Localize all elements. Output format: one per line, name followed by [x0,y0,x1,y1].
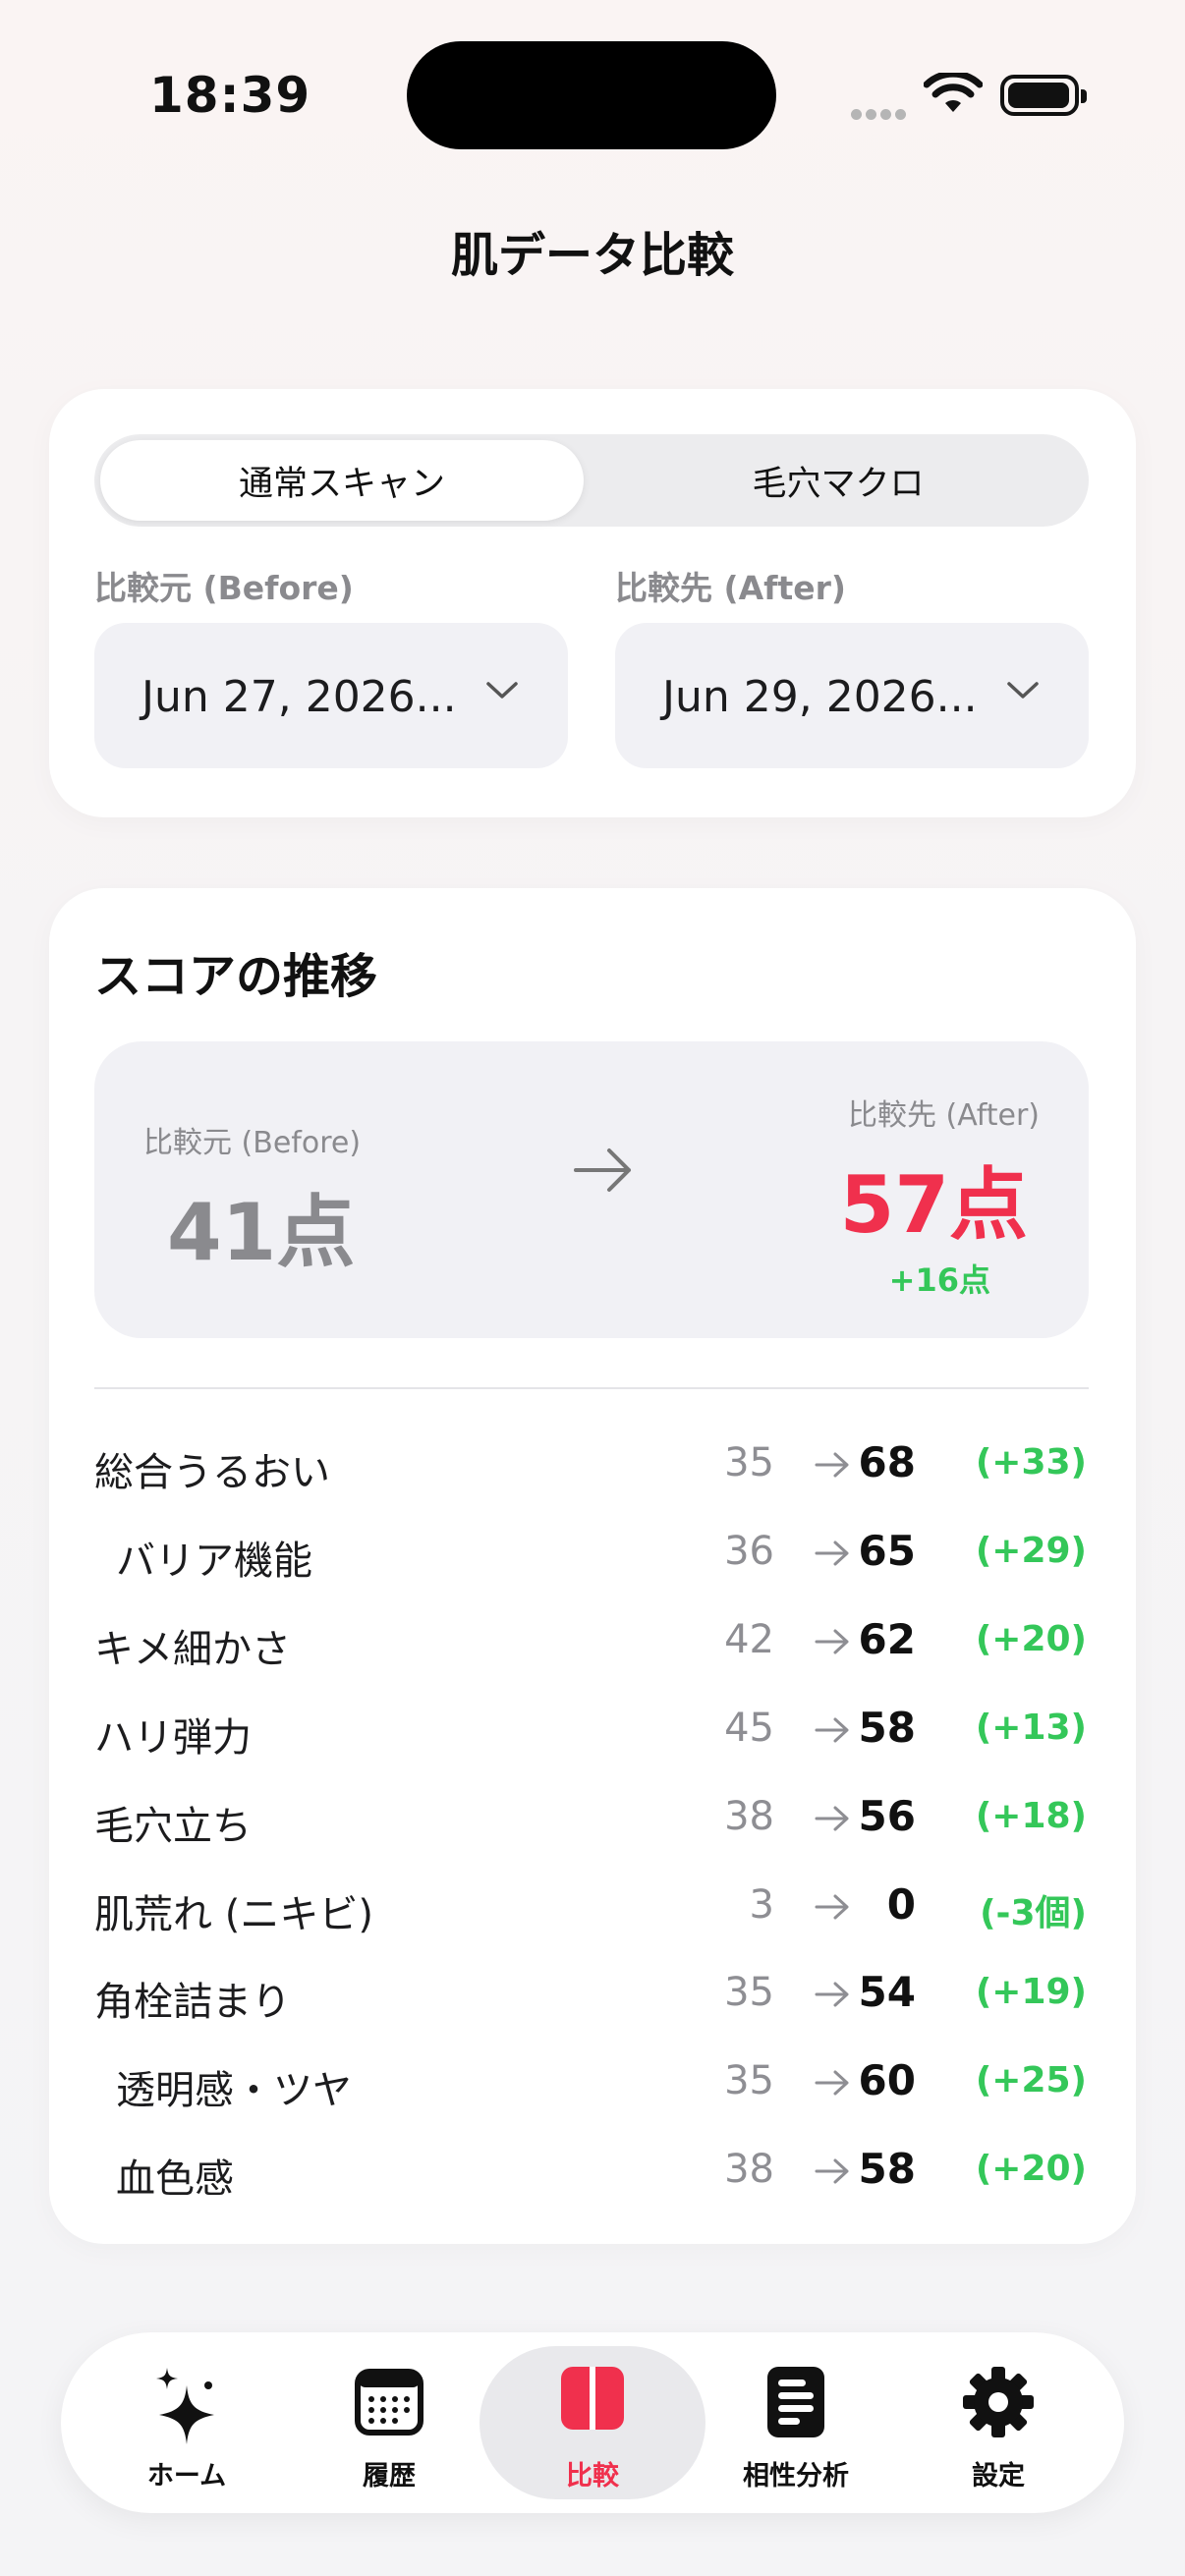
metric-before-value: 36 [724,1528,774,1574]
summary-before-score: 41点 [167,1187,356,1278]
metric-row: キメ細かさ 42 62 (+20) [94,1601,1089,1680]
metric-after-value: 56 [858,1791,916,1840]
summary-before-label: 比較元 (Before) [143,1126,362,1160]
metric-row: バリア機能 36 65 (+29) [94,1513,1089,1592]
metric-after-value: 54 [858,1968,916,2017]
tab-label: 比較 [566,2461,619,2492]
metric-before-value: 35 [724,2058,774,2104]
metric-row: 肌荒れ (ニキビ) 3 0 (-3個) [94,1867,1089,1945]
scan-type-segmented-control: 通常スキャン 毛穴マクロ [94,434,1089,527]
metric-diff: (+13) [975,1707,1087,1748]
metric-row: ハリ弾力 45 58 (+13) [94,1690,1089,1768]
arrow-right-icon [814,1892,851,1926]
metric-after-value: 60 [858,2056,916,2105]
gear-icon [962,2366,1035,2442]
metric-label: ハリ弾力 [94,1714,252,1761]
tab-label: 設定 [972,2461,1025,2492]
metric-before-value: 3 [749,1881,774,1928]
tab-history[interactable]: 履歴 [291,2332,487,2513]
metric-after-value: 62 [858,1614,916,1663]
dynamic-island [407,41,776,149]
score-trend-card: スコアの推移 比較元 (Before) 41点 比較先 (After) 57点 … [49,888,1136,2244]
metric-before-value: 35 [724,1970,774,2016]
metric-diff: (+18) [975,1795,1087,1836]
chevron-down-icon [1006,680,1040,705]
metric-label: 血色感 [116,2156,234,2203]
metric-label: キメ細かさ [94,1626,291,1672]
metric-diff: (+19) [975,1972,1087,2013]
divider [94,1387,1089,1389]
metric-before-value: 42 [724,1616,774,1662]
tab-home[interactable]: ホーム [88,2332,285,2513]
metric-diff: (-3個) [980,1892,1087,1933]
compare-icon [560,2366,625,2435]
section-title: スコアの推移 [94,949,378,1004]
tab-bar: ホーム 履歴 比較 相性分析 設定 [61,2332,1124,2513]
arrow-right-icon [814,2068,851,2101]
metric-row: 毛穴立ち 38 56 (+18) [94,1778,1089,1857]
tab-label: 相性分析 [743,2461,849,2492]
metric-row: 血色感 38 58 (+20) [94,2131,1089,2210]
document-icon [766,2366,825,2442]
summary-after-label: 比較先 (After) [848,1098,1040,1133]
metric-after-value: 58 [858,1703,916,1752]
metric-diff: (+33) [975,1442,1087,1483]
metric-before-value: 38 [724,1793,774,1839]
arrow-right-icon [814,1715,851,1749]
arrow-right-icon [814,1539,851,1572]
tab-compatibility[interactable]: 相性分析 [698,2332,894,2513]
metric-diff: (+20) [975,1618,1087,1659]
tab-label: 履歴 [363,2461,416,2492]
arrow-right-icon [814,1804,851,1837]
segment-pore-macro[interactable]: 毛穴マクロ [593,440,1083,521]
metric-row: 総合うるおい 35 68 (+33) [94,1425,1089,1503]
metric-label: 肌荒れ (ニキビ) [94,1891,373,1937]
metric-before-value: 38 [724,2147,774,2193]
status-bar: 18:39 [0,0,1185,187]
cellular-signal-icon [851,105,910,120]
before-date-value: Jun 27, 2026... [141,672,457,722]
metric-diff: (+25) [975,2060,1087,2101]
metric-diff: (+20) [975,2149,1087,2190]
page-title: 肌データ比較 [450,228,734,283]
calendar-icon [355,2366,423,2440]
metric-after-value: 65 [858,1526,916,1575]
arrow-right-icon [572,1146,635,1199]
segment-normal-scan[interactable]: 通常スキャン [100,440,584,521]
after-date-picker[interactable]: Jun 29, 2026... [615,623,1089,768]
metric-label: 角栓詰まり [94,1980,291,2026]
summary-after-score: 57点 [839,1159,1028,1251]
tab-label: ホーム [146,2461,227,2492]
summary-score-diff: +16点 [888,1261,990,1299]
arrow-right-icon [814,1980,851,2013]
tab-settings[interactable]: 設定 [900,2332,1097,2513]
chevron-down-icon [485,680,519,705]
battery-icon [1000,75,1087,116]
after-date-value: Jun 29, 2026... [662,672,978,722]
metric-diff: (+29) [975,1530,1087,1571]
metric-before-value: 45 [724,1705,774,1751]
before-date-label: 比較元 (Before) [94,569,354,607]
metric-label: 毛穴立ち [94,1803,252,1849]
status-time: 18:39 [149,67,311,124]
metric-label: 総合うるおい [94,1450,330,1495]
metric-after-value: 0 [886,1879,916,1929]
metric-label: 透明感・ツヤ [116,2068,352,2114]
metric-row: 角栓詰まり 35 54 (+19) [94,1954,1089,2033]
metric-label: バリア機能 [116,1538,312,1584]
metric-after-value: 58 [858,2145,916,2194]
metric-before-value: 35 [724,1440,774,1485]
metric-after-value: 68 [858,1438,916,1486]
score-summary: 比較元 (Before) 41点 比較先 (After) 57点 +16点 [94,1041,1089,1338]
tab-compare[interactable]: 比較 [494,2332,691,2513]
wifi-icon [923,70,984,120]
after-date-label: 比較先 (After) [615,569,846,607]
metric-row: 透明感・ツヤ 35 60 (+25) [94,2043,1089,2121]
arrow-right-icon [814,2156,851,2190]
sparkles-icon [151,2366,222,2452]
before-date-picker[interactable]: Jun 27, 2026... [94,623,568,768]
arrow-right-icon [814,1450,851,1484]
comparison-selector-card: 通常スキャン 毛穴マクロ 比較元 (Before) Jun 27, 2026..… [49,389,1136,817]
arrow-right-icon [814,1627,851,1660]
